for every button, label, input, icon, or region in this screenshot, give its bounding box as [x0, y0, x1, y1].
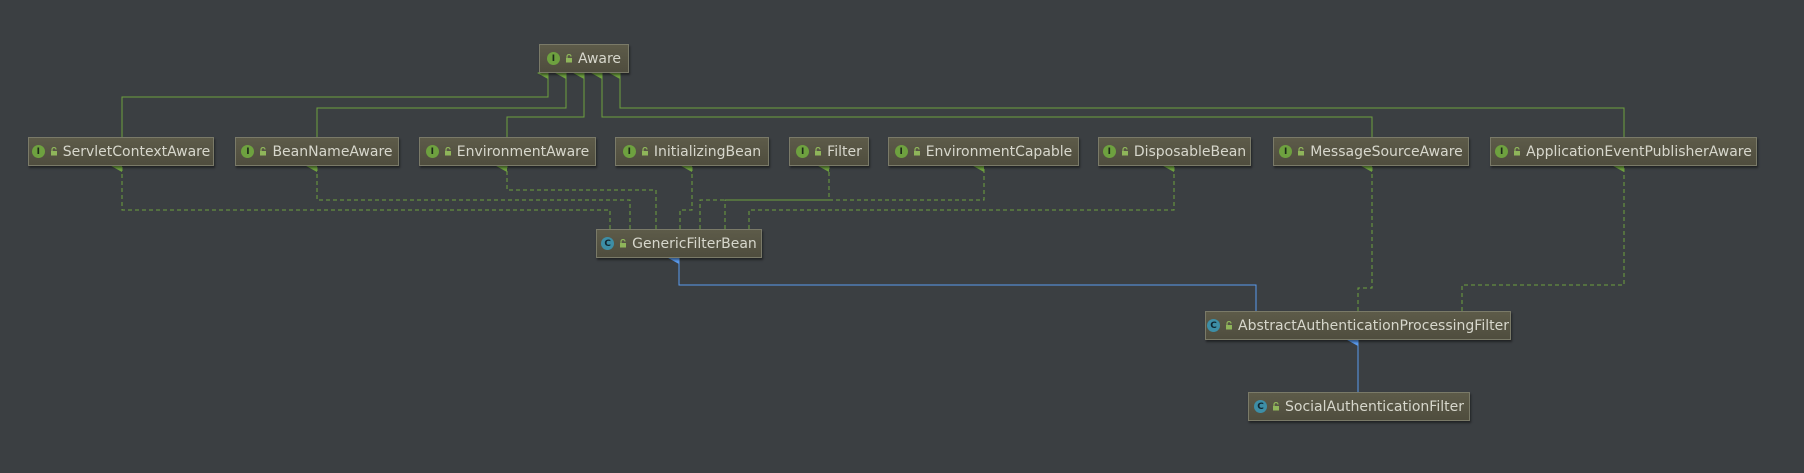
node-label: Filter: [827, 143, 862, 160]
uml-diagram-canvas: [111, 67, 1625, 392]
node-label: GenericFilterBean: [632, 235, 757, 252]
node-filter[interactable]: I Filter: [789, 137, 869, 166]
node-generic-filter-bean[interactable]: C GenericFilterBean: [596, 229, 762, 258]
node-label: ServletContextAware: [62, 143, 211, 160]
interface-badge-icon: I: [546, 52, 560, 65]
node-initializing-bean[interactable]: I InitializingBean: [615, 137, 769, 166]
public-lock-icon: [620, 239, 627, 248]
public-lock-icon: [913, 147, 920, 156]
node-label: ApplicationEventPublisherAware: [1526, 143, 1752, 160]
interface-badge-icon: I: [1279, 145, 1293, 158]
node-message-source-aware[interactable]: I MessageSourceAware: [1273, 137, 1469, 166]
node-label: AbstractAuthenticationProcessingFilter: [1238, 317, 1509, 334]
edge-generic-filter-bean-to-filter: [699, 160, 830, 229]
public-lock-icon: [1514, 147, 1521, 156]
edge-bean-name-aware-to-aware: [316, 67, 567, 137]
edge-abstract-authentication-processing-filter-to-generic-filter-bean: [668, 252, 1257, 311]
edge-generic-filter-bean-to-environment-capable: [724, 160, 985, 229]
interface-badge-icon: I: [425, 145, 439, 158]
node-label: BeanNameAware: [272, 143, 393, 160]
node-servlet-context-aware[interactable]: I ServletContextAware: [28, 137, 214, 166]
public-lock-icon: [444, 147, 451, 156]
edge-servlet-context-aware-to-aware: [121, 67, 549, 137]
node-label: DisposableBean: [1133, 143, 1247, 160]
public-lock-icon: [641, 147, 648, 156]
edge-abstract-authentication-processing-filter-to-application-event-publisher-aware: [1461, 160, 1625, 311]
public-lock-icon: [1226, 321, 1232, 330]
edge-application-event-publisher-aware-to-aware: [609, 67, 1625, 137]
edge-generic-filter-bean-to-environment-aware: [496, 160, 657, 229]
node-environment-aware[interactable]: I EnvironmentAware: [419, 137, 596, 166]
interface-badge-icon: I: [31, 145, 45, 158]
node-label: MessageSourceAware: [1310, 143, 1463, 160]
interface-badge-icon: I: [241, 145, 255, 158]
edge-abstract-authentication-processing-filter-to-message-source-aware: [1357, 160, 1373, 311]
interface-badge-icon: I: [622, 145, 636, 158]
node-label: EnvironmentAware: [456, 143, 590, 160]
node-social-authentication-filter[interactable]: C SocialAuthenticationFilter: [1248, 392, 1470, 421]
interface-badge-icon: I: [796, 145, 810, 158]
node-environment-capable[interactable]: I EnvironmentCapable: [888, 137, 1079, 166]
public-lock-icon: [1298, 147, 1305, 156]
edge-environment-aware-to-aware: [506, 67, 585, 137]
node-label: EnvironmentCapable: [925, 143, 1073, 160]
node-disposable-bean[interactable]: I DisposableBean: [1098, 137, 1251, 166]
interface-badge-icon: I: [1102, 145, 1116, 158]
node-label: SocialAuthenticationFilter: [1285, 398, 1464, 415]
class-badge-icon: C: [601, 237, 615, 250]
public-lock-icon: [50, 147, 57, 156]
public-lock-icon: [260, 147, 267, 156]
node-bean-name-aware[interactable]: I BeanNameAware: [235, 137, 399, 166]
public-lock-icon: [565, 54, 572, 63]
class-badge-icon: C: [1207, 319, 1220, 332]
public-lock-icon: [1121, 147, 1128, 156]
edge-generic-filter-bean-to-bean-name-aware: [306, 160, 631, 229]
public-lock-icon: [1273, 402, 1280, 411]
node-application-event-publisher-aware[interactable]: I ApplicationEventPublisherAware: [1490, 137, 1757, 166]
node-label: Aware: [577, 50, 622, 67]
node-abstract-authentication-processing-filter[interactable]: C AbstractAuthenticationProcessingFilter: [1205, 311, 1511, 340]
edge-message-source-aware-to-aware: [591, 67, 1373, 137]
edge-generic-filter-bean-to-disposable-bean: [748, 160, 1175, 229]
edge-generic-filter-bean-to-initializing-bean: [679, 160, 693, 229]
interface-badge-icon: I: [1495, 145, 1509, 158]
class-badge-icon: C: [1254, 400, 1268, 413]
node-label: InitializingBean: [653, 143, 762, 160]
edge-generic-filter-bean-to-servlet-context-aware: [111, 160, 611, 229]
public-lock-icon: [815, 147, 822, 156]
edge-layer: [111, 67, 1625, 392]
node-aware[interactable]: I Aware: [539, 44, 629, 73]
interface-badge-icon: I: [894, 145, 908, 158]
